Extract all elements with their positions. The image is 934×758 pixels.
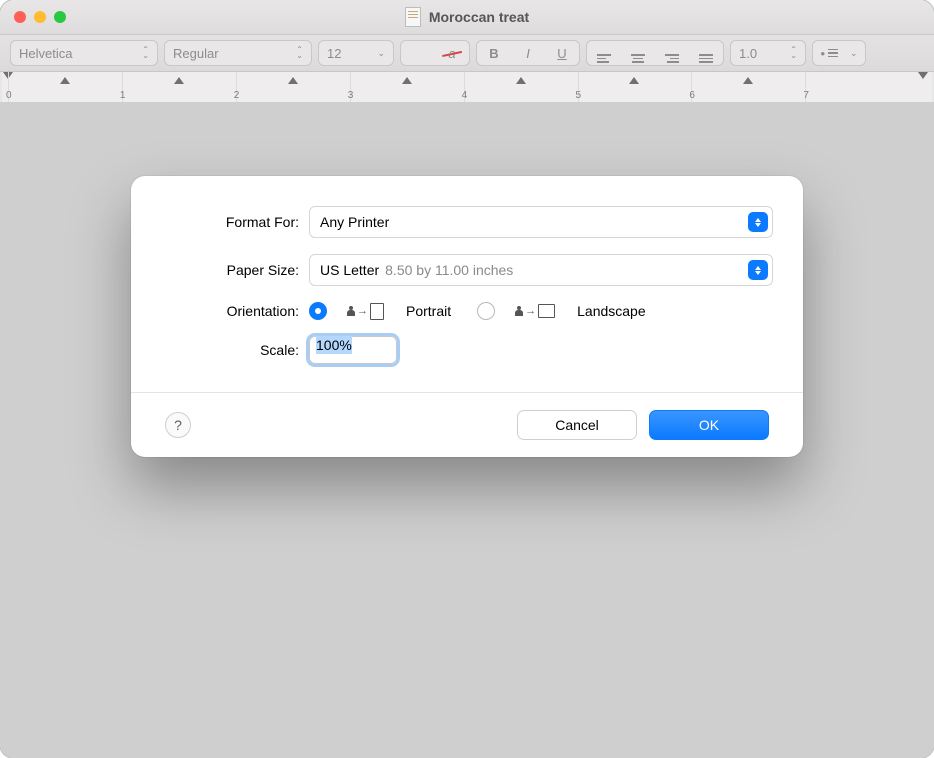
- updown-icon: [748, 260, 768, 280]
- ruler[interactable]: 0 1 2 3 4 5 6 7: [2, 72, 932, 105]
- landscape-icon: →: [515, 304, 555, 318]
- landscape-radio[interactable]: [477, 302, 495, 320]
- align-right-icon: [665, 54, 679, 63]
- alignment-controls: [586, 40, 724, 66]
- align-center-icon: [631, 54, 645, 63]
- format-toolbar: Helvetica Regular 12 ⌄ a B I U 1.0: [0, 35, 934, 72]
- font-weight-controls: B I U: [476, 40, 580, 66]
- align-justify-button[interactable]: [693, 44, 719, 63]
- landscape-label: Landscape: [577, 303, 646, 319]
- chevron-down-icon: ⌄: [850, 48, 858, 59]
- align-right-button[interactable]: [659, 44, 685, 63]
- scale-value: 100%: [316, 336, 352, 354]
- portrait-icon: →: [347, 303, 384, 320]
- ruler-label: 4: [462, 90, 468, 101]
- tab-stop-marker[interactable]: [629, 77, 639, 84]
- titlebar: Moroccan treat: [0, 0, 934, 35]
- tab-stop-marker[interactable]: [402, 77, 412, 84]
- orientation-group: → Portrait → Landscape: [309, 302, 773, 320]
- scale-label: Scale:: [161, 342, 309, 358]
- paper-size-value: US Letter: [320, 262, 379, 278]
- font-size-value: 12: [327, 46, 341, 61]
- ruler-label: 2: [234, 90, 240, 101]
- ruler-label: 7: [803, 90, 809, 101]
- portrait-label: Portrait: [406, 303, 451, 319]
- updown-icon: [748, 212, 768, 232]
- tab-stop-marker[interactable]: [60, 77, 70, 84]
- bold-button[interactable]: B: [481, 46, 507, 61]
- ok-button[interactable]: OK: [649, 410, 769, 440]
- help-button[interactable]: ?: [165, 412, 191, 438]
- align-center-button[interactable]: [625, 44, 651, 63]
- align-left-icon: [597, 54, 611, 63]
- window-title: Moroccan treat: [0, 7, 934, 27]
- page-setup-dialog: Format For: Any Printer Paper Size: US L…: [131, 176, 803, 457]
- ruler-label: 6: [689, 90, 695, 101]
- font-family-popup[interactable]: Helvetica: [10, 40, 158, 66]
- underline-button[interactable]: U: [549, 46, 575, 61]
- format-for-popup[interactable]: Any Printer: [309, 206, 773, 238]
- format-for-label: Format For:: [161, 214, 309, 230]
- font-family-value: Helvetica: [19, 46, 72, 61]
- ruler-label: 5: [576, 90, 582, 101]
- align-left-button[interactable]: [591, 44, 617, 63]
- align-justify-icon: [699, 54, 713, 63]
- text-color-controls: a: [400, 40, 470, 66]
- italic-button[interactable]: I: [515, 46, 541, 61]
- line-spacing-value: 1.0: [739, 46, 757, 61]
- document-icon: [405, 7, 421, 27]
- list-style-popup[interactable]: ⌄: [812, 40, 866, 66]
- bullet-list-icon: [820, 46, 838, 61]
- window-title-text: Moroccan treat: [429, 9, 529, 25]
- updown-icon: [296, 47, 303, 59]
- ruler-label: 3: [348, 90, 354, 101]
- tab-stop-marker[interactable]: [288, 77, 298, 84]
- chevron-down-icon: ⌄: [377, 48, 385, 59]
- paper-size-dimensions: 8.50 by 11.00 inches: [385, 262, 513, 278]
- font-size-combo[interactable]: 12 ⌄: [318, 40, 394, 66]
- cancel-button[interactable]: Cancel: [517, 410, 637, 440]
- font-style-value: Regular: [173, 46, 219, 61]
- tab-stop-marker[interactable]: [174, 77, 184, 84]
- paper-size-popup[interactable]: US Letter 8.50 by 11.00 inches: [309, 254, 773, 286]
- font-style-popup[interactable]: Regular: [164, 40, 312, 66]
- format-for-value: Any Printer: [320, 214, 389, 230]
- ruler-label: 0: [6, 90, 12, 101]
- paper-size-label: Paper Size:: [161, 262, 309, 278]
- tab-stop-marker[interactable]: [743, 77, 753, 84]
- tab-stop-marker[interactable]: [516, 77, 526, 84]
- scale-input[interactable]: 100%: [309, 336, 397, 364]
- updown-icon: [142, 47, 149, 59]
- ruler-label: 1: [120, 90, 126, 101]
- dialog-footer: ? Cancel OK: [161, 393, 773, 457]
- text-color-a-button[interactable]: a: [439, 46, 465, 61]
- line-spacing-popup[interactable]: 1.0: [730, 40, 806, 66]
- portrait-radio[interactable]: [309, 302, 327, 320]
- orientation-label: Orientation:: [161, 303, 309, 319]
- updown-icon: [790, 47, 797, 59]
